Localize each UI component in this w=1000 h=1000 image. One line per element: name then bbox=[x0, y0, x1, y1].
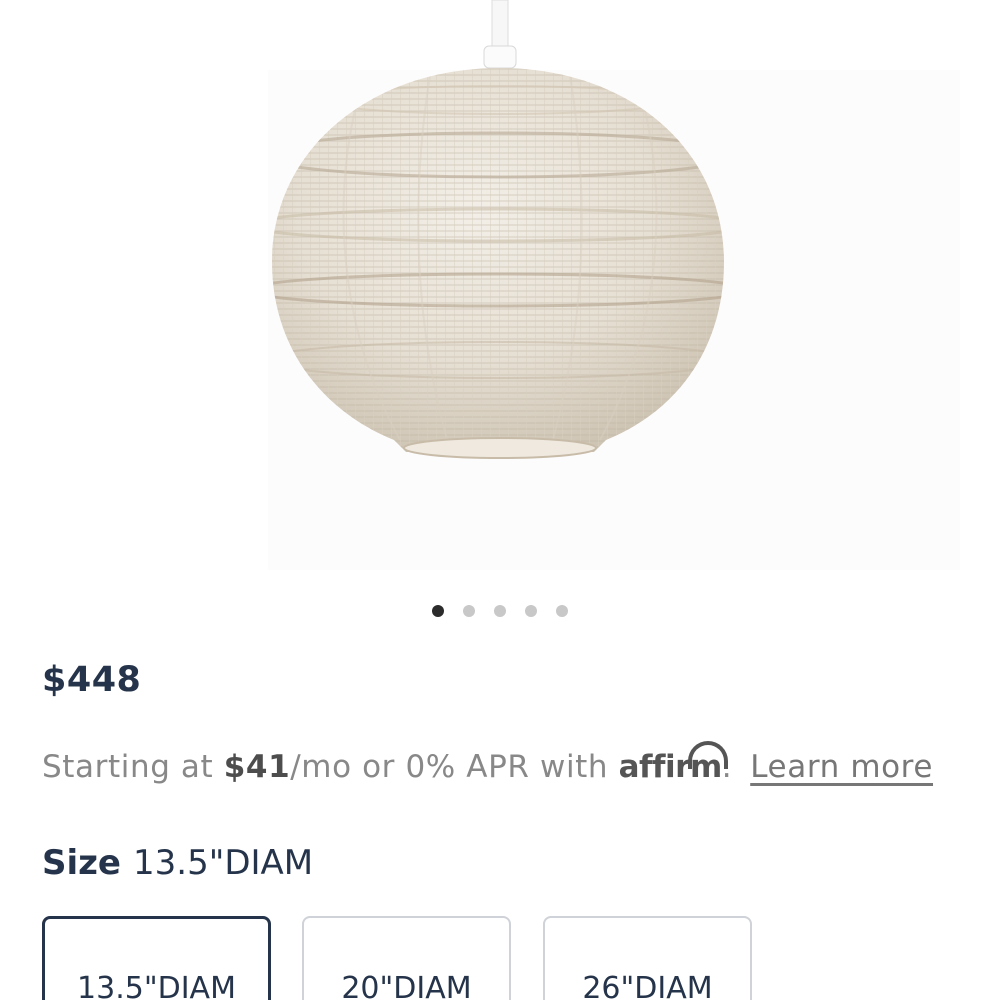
financing-suffix: /mo or 0% APR with bbox=[290, 749, 619, 785]
product-page: $448 Starting at $41/mo or 0% APR with a… bbox=[0, 0, 1000, 1000]
learn-more-link[interactable]: Learn more bbox=[750, 749, 933, 785]
canopy-cap bbox=[483, 45, 517, 69]
carousel-dot-4[interactable] bbox=[525, 605, 537, 617]
product-image-gallery[interactable] bbox=[0, 0, 1000, 585]
financing-message: Starting at $41/mo or 0% APR with affirm… bbox=[42, 741, 933, 785]
carousel-dot-1[interactable] bbox=[432, 605, 444, 617]
shade-rim bbox=[403, 437, 597, 459]
affirm-logo: affirm bbox=[619, 741, 728, 785]
selected-size-value: 13.5"DIAM bbox=[133, 843, 314, 883]
rattan-shade bbox=[272, 68, 724, 452]
financing-prefix: Starting at bbox=[42, 749, 224, 785]
product-price: $448 bbox=[42, 660, 142, 700]
carousel-pagination bbox=[0, 605, 1000, 619]
affirm-arc-icon bbox=[687, 741, 728, 769]
carousel-dot-5[interactable] bbox=[556, 605, 568, 617]
cord bbox=[491, 0, 509, 53]
size-selector-heading: Size 13.5"DIAM bbox=[42, 843, 313, 883]
financing-amount: $41 bbox=[223, 749, 291, 785]
size-option-20-diam[interactable]: 20"DIAM bbox=[302, 916, 511, 1000]
size-label: Size bbox=[42, 843, 121, 883]
size-option-26-diam[interactable]: 26"DIAM bbox=[543, 916, 752, 1000]
carousel-dot-3[interactable] bbox=[494, 605, 506, 617]
size-option-13-5-diam[interactable]: 13.5"DIAM bbox=[42, 916, 271, 1000]
product-image[interactable] bbox=[0, 0, 1000, 585]
carousel-dot-2[interactable] bbox=[463, 605, 475, 617]
